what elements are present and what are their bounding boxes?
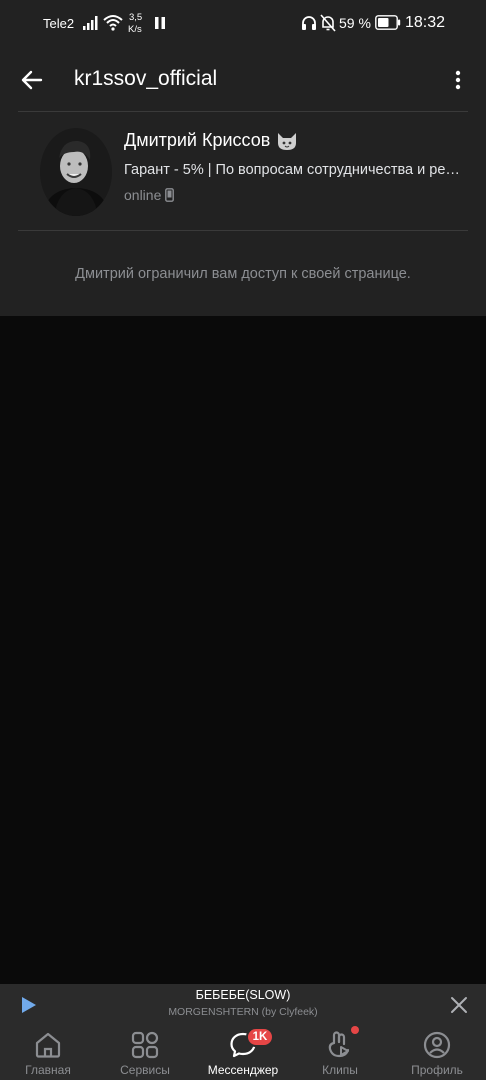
avatar[interactable] <box>40 128 112 216</box>
clips-notification-dot <box>351 1026 359 1034</box>
page-title: kr1ssov_official <box>74 67 218 90</box>
status-bar: Tele2 3,5 K/s 59 % 18:32 <box>0 0 486 48</box>
tab-clips-label: Клипы <box>322 1063 358 1077</box>
wifi-icon <box>103 15 123 31</box>
online-label: online <box>124 187 162 203</box>
tab-home[interactable]: Главная <box>3 1024 93 1080</box>
arrow-left-icon <box>21 70 43 90</box>
profile-icon <box>423 1031 451 1059</box>
header: kr1ssov_official <box>0 48 486 112</box>
carrier-label: Tele2 <box>43 16 75 31</box>
more-vertical-icon <box>455 70 461 90</box>
tab-home-label: Главная <box>25 1063 71 1077</box>
home-icon <box>35 1032 61 1058</box>
mini-player[interactable]: БЕБЕБЕ(SLOW) MORGENSHTERN (by Clyfeek) <box>0 984 486 1024</box>
more-options-button[interactable] <box>444 62 472 98</box>
cat-emoji-icon <box>278 132 297 150</box>
tab-messenger[interactable]: Мессенджер <box>198 1024 288 1080</box>
messenger-badge: 1K <box>246 1027 274 1047</box>
signal-icon <box>83 16 98 30</box>
battery-icon <box>375 15 401 30</box>
clips-icon <box>328 1031 350 1058</box>
online-status: online <box>124 187 175 203</box>
back-button[interactable] <box>12 60 52 100</box>
close-icon[interactable] <box>447 993 471 1017</box>
profile-status: Гарант - 5% | По вопросам сотрудничества… <box>124 162 460 178</box>
profile-divider <box>18 230 468 231</box>
tab-profile[interactable]: Профиль <box>392 1024 482 1080</box>
restricted-message: Дмитрий ограничил вам доступ к своей стр… <box>75 266 411 282</box>
tab-profile-label: Профиль <box>411 1063 463 1077</box>
clock: 18:32 <box>405 14 446 31</box>
tab-services-label: Сервисы <box>120 1063 170 1077</box>
mute-bell-icon <box>320 14 336 32</box>
tab-clips[interactable]: Клипы <box>295 1024 385 1080</box>
profile-photo <box>40 128 112 216</box>
mobile-phone-icon <box>165 188 175 202</box>
track-artist: MORGENSHTERN (by Clyfeek) <box>168 1006 318 1018</box>
headphones-icon <box>302 16 316 30</box>
network-speed-value: 3,5 <box>129 12 143 23</box>
profile-name: Дмитрий Криссов <box>124 130 271 150</box>
header-divider <box>18 111 468 112</box>
battery-percent: 59 % <box>339 15 371 31</box>
tab-services[interactable]: Сервисы <box>100 1024 190 1080</box>
name-row: Дмитрий Криссов <box>124 130 298 151</box>
bottom-navigation: Главная Сервисы Мессенджер Клипы Профиль <box>0 1024 486 1080</box>
services-icon <box>131 1031 159 1059</box>
network-speed-unit: K/s <box>128 24 142 35</box>
pause-icon <box>155 17 165 29</box>
track-title: БЕБЕБЕ(SLOW) <box>195 988 291 1002</box>
tab-messenger-label: Мессенджер <box>207 1063 279 1077</box>
